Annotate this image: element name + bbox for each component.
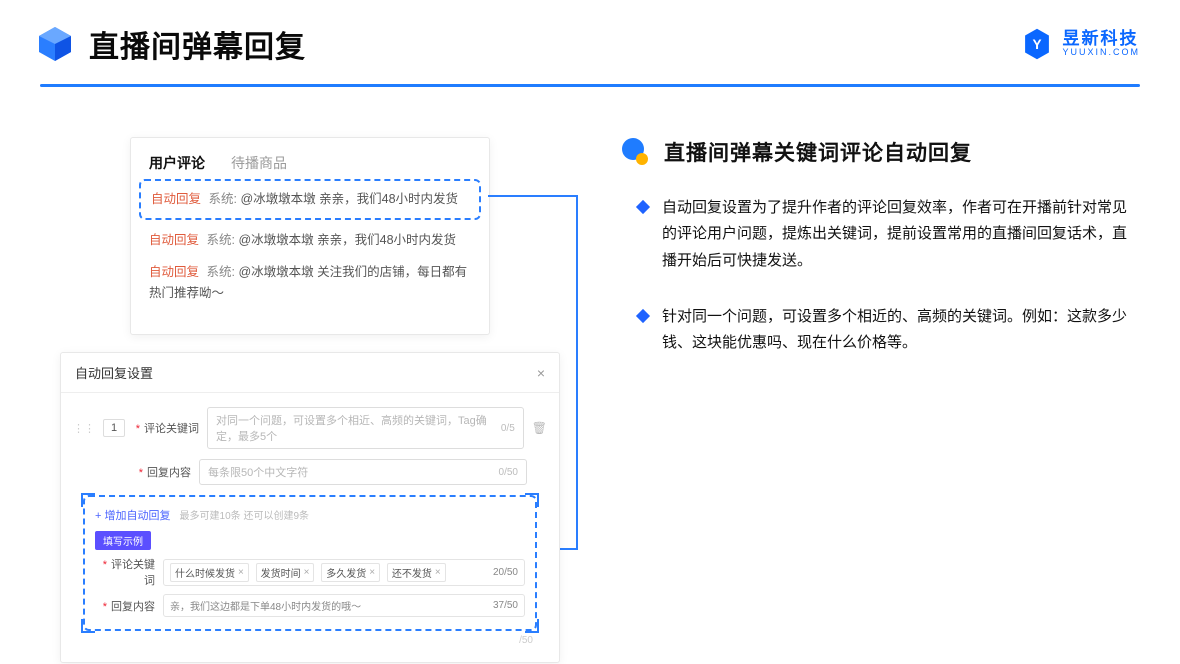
keyword-chip[interactable]: 多久发货× — [321, 563, 380, 582]
keyword-chip[interactable]: 什么时候发货× — [170, 563, 249, 582]
page-title: 直播间弹幕回复 — [89, 22, 306, 66]
brand-sub: YUUXIN.COM — [1062, 48, 1140, 57]
add-auto-reply-link[interactable]: + 增加自动回复 — [95, 510, 170, 522]
system-label: 系统: — [207, 265, 235, 279]
reply-count: 0/50 — [499, 467, 518, 478]
brand: Y 昱新科技 YUUXIN.COM — [1020, 27, 1140, 61]
rule-index: 1 — [103, 419, 125, 437]
keyword-chip[interactable]: 发货时间× — [256, 563, 315, 582]
reply-label: 回复内容 — [125, 464, 191, 480]
keyword-chip[interactable]: 还不发货× — [387, 563, 446, 582]
comments-card: 用户评论 待播商品 自动回复 系统: @冰墩墩本墩 亲亲，我们48小时内发货 自… — [130, 137, 490, 335]
example-reply-text: 亲，我们这边都是下单48小时内发货的哦～ — [170, 598, 361, 613]
keyword-input[interactable]: 对同一个问题，可设置多个相近、高频的关键词，Tag确定，最多5个 0/5 — [207, 407, 524, 449]
tab-pending-goods[interactable]: 待播商品 — [231, 153, 287, 173]
keyword-label: 评论关键词 — [133, 420, 199, 436]
system-label: 系统: — [207, 233, 235, 247]
comment-row: 自动回复 系统: @冰墩墩本墩 亲亲，我们48小时内发货 — [149, 230, 471, 251]
settings-title: 自动回复设置 — [75, 363, 153, 382]
example-reply-label: 回复内容 — [95, 598, 155, 614]
chip-remove-icon[interactable]: × — [238, 567, 244, 578]
chip-remove-icon[interactable]: × — [304, 567, 310, 578]
bullet-text: 自动回复设置为了提升作者的评论回复效率，作者可在开播前针对常见的评论用户问题，提… — [662, 195, 1140, 274]
bullet-text: 针对同一个问题，可设置多个相近的、高频的关键词。例如：这款多少钱、这块能优惠吗、… — [662, 304, 1140, 357]
auto-reply-tag: 自动回复 — [149, 233, 199, 247]
auto-reply-settings-card: 自动回复设置 × ⋮⋮ 1 评论关键词 对同一个问题，可设置多个相近、高频的关键… — [60, 352, 560, 663]
bubble-icon — [620, 137, 650, 167]
reply-input[interactable]: 每条限50个中文字符 0/50 — [199, 459, 527, 485]
keyword-placeholder: 对同一个问题，可设置多个相近、高频的关键词，Tag确定，最多5个 — [216, 412, 501, 444]
auto-reply-tag: 自动回复 — [151, 192, 201, 206]
brand-logo-icon: Y — [1020, 27, 1054, 61]
example-badge: 填写示例 — [95, 531, 151, 550]
svg-text:Y: Y — [1033, 37, 1042, 52]
reply-placeholder: 每条限50个中文字符 — [208, 464, 308, 480]
comment-text: @冰墩墩本墩 亲亲，我们48小时内发货 — [238, 233, 456, 247]
example-keyword-input[interactable]: 什么时候发货× 发货时间× 多久发货× 还不发货× 20/50 — [163, 559, 525, 586]
comment-row-highlighted: 自动回复 系统: @冰墩墩本墩 亲亲，我们48小时内发货 — [139, 179, 481, 220]
comment-text: @冰墩墩本墩 亲亲，我们48小时内发货 — [240, 192, 458, 206]
chip-remove-icon[interactable]: × — [369, 567, 375, 578]
auto-reply-tag: 自动回复 — [149, 265, 199, 279]
outer-count: /50 — [73, 631, 547, 646]
example-keyword-count: 20/50 — [493, 567, 518, 578]
connector-line — [488, 195, 578, 197]
section-title: 直播间弹幕关键词评论自动回复 — [664, 137, 972, 167]
add-hint: 最多可建10条 还可以创建9条 — [180, 511, 309, 522]
diamond-icon — [636, 200, 650, 214]
cube-icon — [35, 24, 75, 64]
connector-vline — [576, 195, 578, 550]
tab-user-comments[interactable]: 用户评论 — [149, 153, 205, 173]
chip-remove-icon[interactable]: × — [435, 567, 441, 578]
bullet-item: 自动回复设置为了提升作者的评论回复效率，作者可在开播前针对常见的评论用户问题，提… — [620, 195, 1140, 274]
example-box: + 增加自动回复 最多可建10条 还可以创建9条 填写示例 评论关键词 什么时候… — [83, 495, 537, 631]
system-label: 系统: — [209, 192, 237, 206]
brand-name: 昱新科技 — [1062, 30, 1140, 48]
example-keyword-label: 评论关键词 — [95, 556, 155, 588]
keyword-count: 0/5 — [501, 423, 515, 434]
comment-row: 自动回复 系统: @冰墩墩本墩 关注我们的店铺，每日都有热门推荐呦～ — [149, 262, 471, 305]
example-reply-input[interactable]: 亲，我们这边都是下单48小时内发货的哦～ 37/50 — [163, 594, 525, 617]
close-icon[interactable]: × — [537, 365, 545, 381]
delete-icon[interactable]: 🗑 — [532, 421, 547, 435]
drag-handle-icon[interactable]: ⋮⋮ — [73, 422, 95, 435]
diamond-icon — [636, 309, 650, 323]
example-reply-count: 37/50 — [493, 600, 518, 611]
bullet-item: 针对同一个问题，可设置多个相近的、高频的关键词。例如：这款多少钱、这块能优惠吗、… — [620, 304, 1140, 357]
